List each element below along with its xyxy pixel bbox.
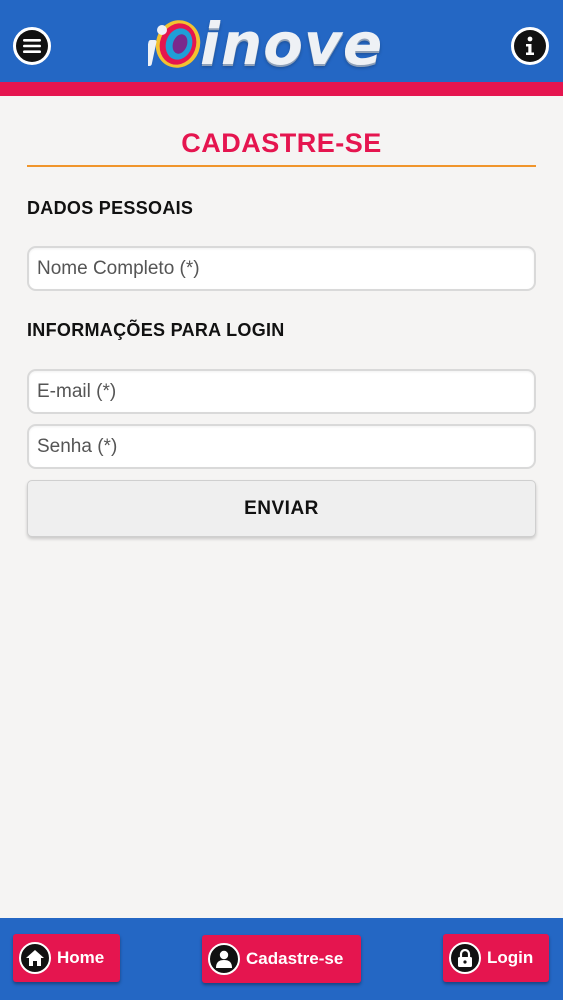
logo-mark-icon bbox=[148, 20, 201, 68]
page-title: CADASTRE-SE bbox=[181, 128, 382, 158]
info-icon bbox=[514, 30, 546, 62]
nav-home-label: Home bbox=[57, 948, 105, 967]
nav-home-button[interactable]: Home bbox=[13, 934, 120, 982]
email-input[interactable] bbox=[27, 369, 536, 414]
home-icon bbox=[19, 942, 51, 974]
title-divider bbox=[27, 165, 536, 167]
nav-login-label: Login bbox=[487, 948, 534, 967]
password-input[interactable] bbox=[27, 424, 536, 469]
header-stripe bbox=[0, 82, 563, 96]
section-heading-personal: DADOS PESSOAIS bbox=[27, 198, 194, 218]
user-icon bbox=[208, 943, 240, 975]
full-name-input[interactable] bbox=[27, 246, 536, 291]
nav-login-button[interactable]: Login bbox=[443, 934, 549, 982]
menu-button[interactable] bbox=[13, 27, 51, 65]
nav-register-label: Cadastre-se bbox=[246, 949, 344, 968]
logo-wordmark: inove bbox=[200, 10, 384, 78]
hamburger-menu-icon bbox=[16, 30, 48, 62]
nav-register-button[interactable]: Cadastre-se bbox=[202, 935, 361, 983]
info-button[interactable] bbox=[511, 27, 549, 65]
section-heading-login: INFORMAÇÕES PARA LOGIN bbox=[27, 320, 285, 340]
lock-icon bbox=[449, 942, 481, 974]
submit-button[interactable]: ENVIAR bbox=[27, 480, 536, 537]
app-logo: inove bbox=[148, 14, 418, 74]
